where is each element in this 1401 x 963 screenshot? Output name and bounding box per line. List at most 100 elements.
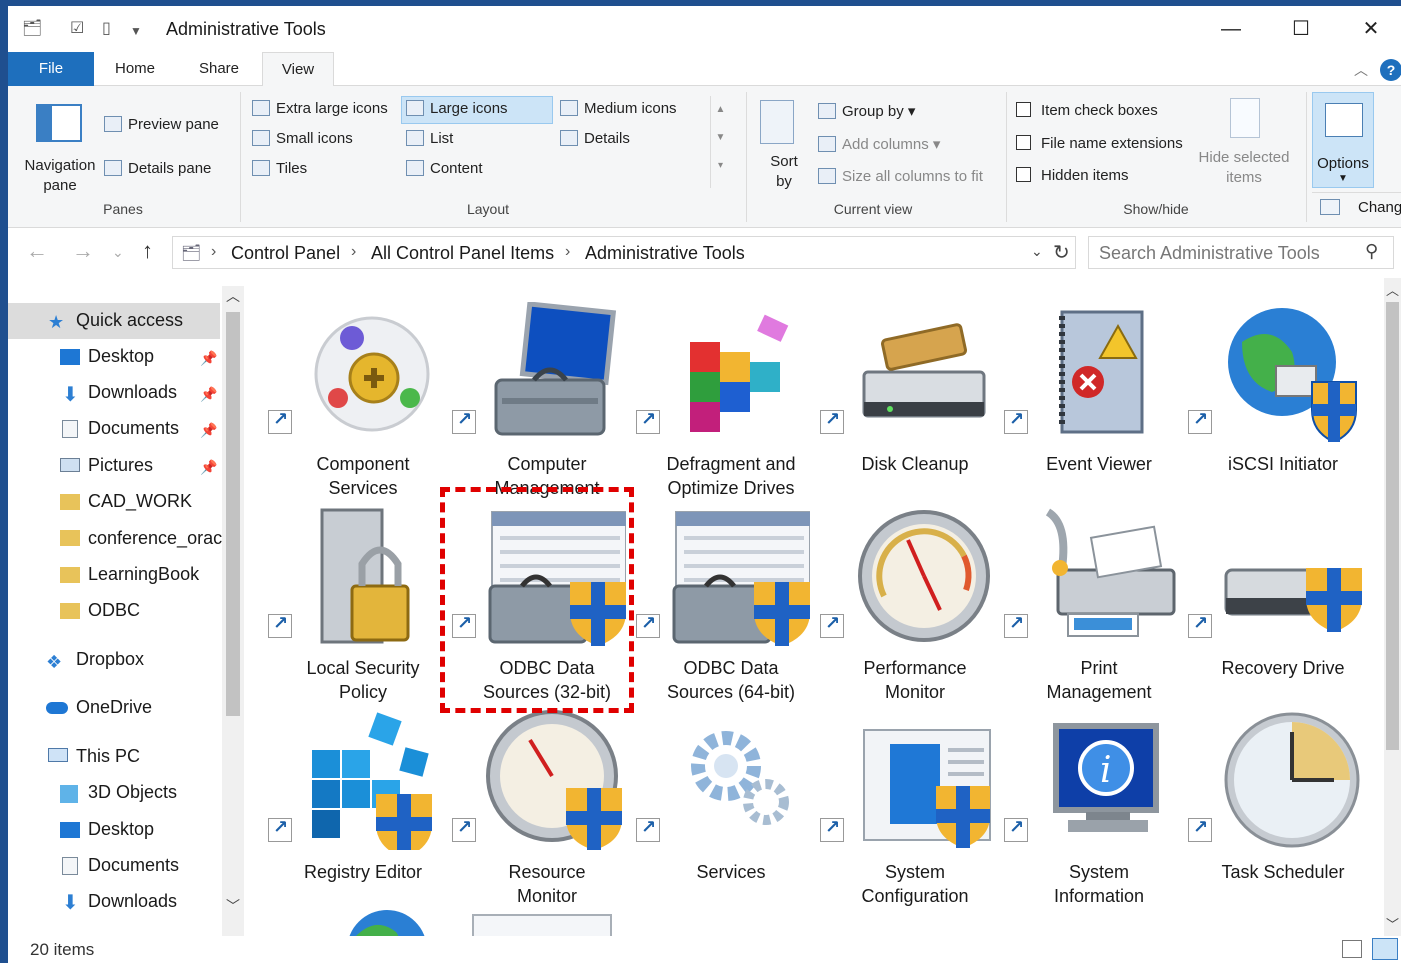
nav-this-pc[interactable]: This PC xyxy=(76,746,140,767)
search-icon[interactable]: ⚲ xyxy=(1365,241,1378,262)
customize-toolbar-icon[interactable]: ▼ xyxy=(130,24,142,38)
scroll-down-icon[interactable]: ﹀ xyxy=(1386,914,1399,933)
tile-computer-management[interactable]: ComputerManagement xyxy=(452,292,632,498)
pin-icon[interactable]: 📌 xyxy=(200,459,217,476)
details-view-icon[interactable] xyxy=(1342,940,1362,958)
tile-print-management[interactable]: PrintManagement xyxy=(1004,496,1184,702)
size-all-columns-button[interactable]: Size all columns to fit xyxy=(818,168,983,185)
nav-downloads[interactable]: Downloads xyxy=(88,382,177,403)
tile-system-configuration[interactable]: System Configuration xyxy=(820,700,1000,906)
tile-registry-editor[interactable]: Registry Editor xyxy=(268,700,448,900)
back-arrow-icon[interactable]: ← xyxy=(26,238,48,264)
tab-file[interactable]: File xyxy=(8,52,94,86)
maximize-button[interactable]: ☐ xyxy=(1278,14,1324,44)
nav-desktop[interactable]: Desktop xyxy=(88,346,154,367)
help-icon[interactable]: ? xyxy=(1380,59,1401,81)
layout-small-icons[interactable]: Small icons xyxy=(252,130,353,147)
breadcrumb-all-items[interactable]: All Control Panel Items xyxy=(371,243,554,264)
tile-component-services[interactable]: ComponentServices xyxy=(268,292,448,498)
new-folder-icon[interactable]: ▯ xyxy=(102,18,111,38)
search-box[interactable]: Search Administrative Tools ⚲ xyxy=(1088,236,1394,269)
nav-pc-desktop[interactable]: Desktop xyxy=(88,819,154,840)
breadcrumb-control-panel[interactable]: Control Panel xyxy=(231,243,340,264)
content-scroll-thumb[interactable] xyxy=(1386,302,1399,750)
tile-performance-monitor[interactable]: PerformanceMonitor xyxy=(820,496,1000,702)
tile-disk-cleanup[interactable]: Disk Cleanup xyxy=(820,292,1000,492)
layout-extra-large-icons[interactable]: Extra large icons xyxy=(252,100,388,117)
properties-check-icon[interactable]: ☑ xyxy=(70,18,84,38)
collapse-ribbon-icon[interactable]: ︿ xyxy=(1354,60,1368,80)
scroll-up-icon[interactable]: ︿ xyxy=(226,286,240,306)
tab-share[interactable]: Share xyxy=(184,52,254,86)
details-pane-button[interactable]: Details pane xyxy=(104,160,211,177)
checkbox[interactable] xyxy=(1016,135,1031,150)
change-options-button[interactable]: Chang xyxy=(1312,192,1401,222)
tile-services[interactable]: Services xyxy=(636,700,816,900)
preview-pane-button[interactable]: Preview pane xyxy=(104,116,219,133)
breadcrumb-admin-tools[interactable]: Administrative Tools xyxy=(585,243,745,264)
nav-pane-scroll-thumb[interactable] xyxy=(226,312,240,716)
nav-pc-downloads[interactable]: Downloads xyxy=(88,891,177,912)
tile-event-viewer[interactable]: Event Viewer xyxy=(1004,292,1184,492)
file-name-extensions-toggle[interactable]: File name extensions xyxy=(1016,135,1183,152)
breadcrumb-separator-icon[interactable]: › xyxy=(351,243,356,261)
nav-dropbox[interactable]: Dropbox xyxy=(76,649,144,670)
add-columns-button[interactable]: Add columns ▾ xyxy=(818,135,940,153)
nav-pane-scrollbar[interactable]: ︿ ﹀ xyxy=(222,286,244,936)
layout-details[interactable]: Details xyxy=(560,130,630,147)
folder-properties-icon[interactable]: 🗂 xyxy=(22,18,42,38)
nav-cad-work[interactable]: CAD_WORK xyxy=(88,491,192,512)
layout-large-icons[interactable]: Large icons xyxy=(406,100,508,117)
layout-list[interactable]: List xyxy=(406,130,453,147)
nav-quick-access[interactable]: Quick access xyxy=(76,310,183,331)
tile-defragment[interactable]: Defragment andOptimize Drives xyxy=(636,292,816,498)
nav-conference-orac[interactable]: conference_orac xyxy=(88,528,222,549)
scroll-down-icon[interactable]: ﹀ xyxy=(226,896,240,916)
nav-documents[interactable]: Documents xyxy=(88,418,179,439)
sort-by-button[interactable]: Sort by xyxy=(764,152,804,192)
tab-view[interactable]: View xyxy=(262,52,334,87)
pin-icon[interactable]: 📌 xyxy=(200,350,217,367)
recent-locations-icon[interactable]: ⌄ xyxy=(112,244,124,261)
nav-pictures[interactable]: Pictures xyxy=(88,455,153,476)
hidden-items-toggle[interactable]: Hidden items xyxy=(1016,167,1129,184)
scroll-up-icon[interactable]: ︿ xyxy=(1386,280,1399,299)
breadcrumb-separator-icon[interactable]: › xyxy=(565,243,570,261)
tile-task-scheduler[interactable]: Task Scheduler xyxy=(1188,700,1368,900)
layout-medium-icons[interactable]: Medium icons xyxy=(560,100,677,117)
address-dropdown-icon[interactable]: ⌄ xyxy=(1031,243,1043,260)
nav-onedrive[interactable]: OneDrive xyxy=(76,697,152,718)
up-arrow-icon[interactable]: ↑ xyxy=(142,238,153,264)
tab-home[interactable]: Home xyxy=(100,52,170,86)
large-icons-view-icon[interactable] xyxy=(1372,938,1398,960)
checkbox[interactable] xyxy=(1016,167,1031,182)
address-bar[interactable]: 🗂 › Control Panel › All Control Panel It… xyxy=(172,236,1076,269)
layout-content[interactable]: Content xyxy=(406,160,483,177)
search-input[interactable]: Search Administrative Tools xyxy=(1099,243,1320,264)
pin-icon[interactable]: 📌 xyxy=(200,422,217,439)
tile-recovery-drive[interactable]: Recovery Drive xyxy=(1188,496,1368,696)
content-scrollbar[interactable]: ︿ ﹀ xyxy=(1384,278,1401,938)
nav-3d-objects[interactable]: 3D Objects xyxy=(88,782,177,803)
layout-tiles[interactable]: Tiles xyxy=(252,160,307,177)
hide-selected-items-button[interactable]: Hide selected items xyxy=(1194,148,1294,188)
tile-local-security-policy[interactable]: Local SecurityPolicy xyxy=(268,496,448,702)
nav-odbc[interactable]: ODBC xyxy=(88,600,140,621)
checkbox[interactable] xyxy=(1016,102,1031,117)
pin-icon[interactable]: 📌 xyxy=(200,386,217,403)
nav-learningbook[interactable]: LearningBook xyxy=(88,564,199,585)
tile-system-information[interactable]: i System Information xyxy=(1004,700,1184,906)
options-button[interactable]: Options ▼ xyxy=(1312,92,1374,188)
breadcrumb-separator-icon[interactable]: › xyxy=(211,243,216,261)
group-by-button[interactable]: Group by ▾ xyxy=(818,102,915,120)
tile-iscsi-initiator[interactable]: iSCSI Initiator xyxy=(1188,292,1368,492)
tile-odbc-64[interactable]: ODBC DataSources (64-bit) xyxy=(636,496,816,702)
minimize-button[interactable]: — xyxy=(1208,14,1254,44)
close-button[interactable]: ✕ xyxy=(1348,14,1394,44)
layout-scroll[interactable]: ▲ ▼ ▾ xyxy=(710,96,730,188)
item-check-boxes-toggle[interactable]: Item check boxes xyxy=(1016,102,1158,119)
refresh-icon[interactable]: ↻ xyxy=(1053,240,1070,265)
nav-pc-documents[interactable]: Documents xyxy=(88,855,179,876)
navigation-pane-button[interactable]: Navigation pane xyxy=(20,156,100,196)
tile-resource-monitor[interactable]: Resource Monitor xyxy=(452,700,632,906)
